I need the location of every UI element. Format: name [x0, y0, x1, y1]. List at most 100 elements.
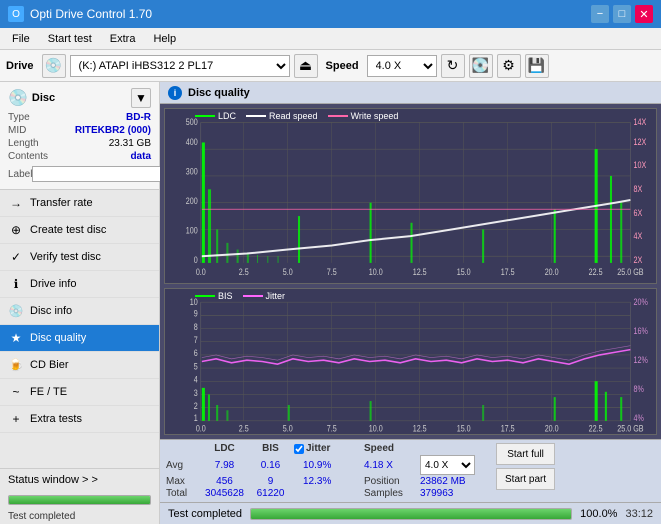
eject-button[interactable]: ⏏ — [294, 54, 318, 78]
transfer-rate-icon: → — [8, 195, 24, 211]
speed-select[interactable]: 4.0 X — [367, 55, 437, 77]
status-window-button[interactable]: Status window > > — [0, 468, 159, 491]
menu-file[interactable]: File — [4, 31, 38, 47]
svg-text:22.5: 22.5 — [589, 266, 603, 277]
svg-text:22.5: 22.5 — [589, 424, 603, 434]
speed-label: Speed — [326, 60, 359, 72]
drive-label: Drive — [6, 60, 34, 72]
save-button[interactable]: 💾 — [525, 54, 549, 78]
svg-text:4%: 4% — [633, 413, 644, 423]
svg-text:7.5: 7.5 — [327, 266, 337, 277]
svg-text:17.5: 17.5 — [501, 424, 515, 434]
jitter-label: Jitter — [306, 443, 330, 454]
refresh-button[interactable]: ↻ — [441, 54, 465, 78]
close-button[interactable]: ✕ — [635, 5, 653, 23]
stats-avg-ldc: 7.98 — [202, 460, 247, 471]
bottom-progress-fill — [251, 509, 571, 519]
charts-container: LDC Read speed Write speed — [160, 104, 661, 439]
svg-text:25.0 GB: 25.0 GB — [617, 266, 644, 277]
sidebar-item-fe-te[interactable]: ~ FE / TE — [0, 379, 159, 406]
legend-write-color — [328, 115, 348, 117]
sidebar-item-extra-tests[interactable]: + Extra tests — [0, 406, 159, 433]
sidebar-item-disc-quality[interactable]: ★ Disc quality — [0, 325, 159, 352]
svg-text:20.0: 20.0 — [545, 424, 559, 434]
sidebar-spacer — [0, 433, 159, 468]
svg-text:15.0: 15.0 — [457, 424, 471, 434]
stats-speed-header: Speed — [364, 443, 419, 454]
fe-te-icon: ~ — [8, 384, 24, 400]
svg-text:200: 200 — [186, 195, 198, 206]
stats-max-jitter: 12.3% — [303, 476, 363, 487]
start-full-button[interactable]: Start full — [496, 443, 555, 465]
disc-contents-value: data — [130, 151, 151, 162]
start-part-button[interactable]: Start part — [496, 468, 555, 490]
disc-options-button[interactable]: ▼ — [131, 88, 151, 108]
drive-info-icon: ℹ — [8, 276, 24, 292]
legend-write-speed: Write speed — [328, 111, 399, 121]
bottom-chart-svg: 1 2 3 4 5 6 7 8 9 10 4% 8% 12% 16% 20% — [165, 289, 656, 434]
disc-type-label: Type — [8, 112, 30, 123]
window-controls[interactable]: − □ ✕ — [591, 5, 653, 23]
menu-extra[interactable]: Extra — [102, 31, 144, 47]
legend-read-label: Read speed — [269, 111, 318, 121]
bottom-status-text: Test completed — [168, 508, 242, 520]
stats-position-value: 23862 MB — [420, 476, 480, 487]
disc-length-label: Length — [8, 138, 39, 149]
sidebar-item-create-test-disc-label: Create test disc — [30, 224, 106, 236]
stats-speed-select[interactable]: 4.0 X — [420, 455, 475, 475]
sidebar-item-drive-info[interactable]: ℹ Drive info — [0, 271, 159, 298]
svg-text:12.5: 12.5 — [413, 266, 427, 277]
disc-button[interactable]: 💽 — [469, 54, 493, 78]
disc-icon: 💿 — [8, 88, 28, 108]
svg-text:10X: 10X — [633, 159, 646, 170]
stats-samples-label: Samples — [364, 488, 419, 499]
menu-start-test[interactable]: Start test — [40, 31, 100, 47]
sidebar-item-disc-info[interactable]: 💿 Disc info — [0, 298, 159, 325]
stats-position-label: Position — [364, 476, 419, 487]
svg-text:2: 2 — [194, 401, 198, 411]
svg-text:25.0 GB: 25.0 GB — [617, 424, 644, 434]
chart-info-icon: i — [168, 86, 182, 100]
menu-help[interactable]: Help — [145, 31, 184, 47]
sidebar-item-verify-test-disc-label: Verify test disc — [30, 251, 101, 263]
drive-icon-btn[interactable]: 💿 — [42, 54, 66, 78]
svg-text:16%: 16% — [633, 326, 648, 336]
sidebar-item-disc-quality-label: Disc quality — [30, 332, 86, 344]
disc-type-row: Type BD-R — [8, 112, 151, 123]
elapsed-time: 33:12 — [625, 508, 653, 520]
stats-ldc-header: LDC — [202, 443, 247, 454]
stats-table: LDC BIS Jitter Speed Avg 7.98 0.16 10.9%… — [166, 443, 480, 499]
drive-select[interactable]: (K:) ATAPI iHBS312 2 PL17 — [70, 55, 290, 77]
bottom-progress-bar — [250, 508, 572, 520]
svg-text:9: 9 — [194, 309, 198, 319]
sidebar-progress-area — [0, 491, 159, 509]
disc-label-input[interactable] — [32, 166, 170, 182]
svg-text:17.5: 17.5 — [501, 266, 515, 277]
minimize-button[interactable]: − — [591, 5, 609, 23]
svg-text:4: 4 — [194, 375, 198, 385]
svg-text:8X: 8X — [633, 183, 642, 194]
svg-text:20%: 20% — [633, 297, 648, 307]
disc-contents-row: Contents data — [8, 151, 151, 162]
status-text: Test completed — [8, 511, 75, 522]
menubar: File Start test Extra Help — [0, 28, 661, 50]
sidebar: 💿 Disc ▼ Type BD-R MID RITEKBR2 (000) Le… — [0, 82, 160, 524]
svg-text:15.0: 15.0 — [457, 266, 471, 277]
svg-text:20.0: 20.0 — [545, 266, 559, 277]
disc-panel: 💿 Disc ▼ Type BD-R MID RITEKBR2 (000) Le… — [0, 82, 159, 190]
maximize-button[interactable]: □ — [613, 5, 631, 23]
jitter-checkbox[interactable] — [294, 444, 304, 454]
sidebar-item-create-test-disc[interactable]: ⊕ Create test disc — [0, 217, 159, 244]
sidebar-item-verify-test-disc[interactable]: ✓ Verify test disc — [0, 244, 159, 271]
sidebar-item-cd-bier[interactable]: 🍺 CD Bier — [0, 352, 159, 379]
disc-label-row: Label ⚙ — [8, 165, 151, 183]
svg-text:8: 8 — [194, 322, 198, 332]
disc-quality-icon: ★ — [8, 330, 24, 346]
legend-jitter-color — [243, 295, 263, 297]
sidebar-item-transfer-rate[interactable]: → Transfer rate — [0, 190, 159, 217]
legend-read-color — [246, 115, 266, 117]
titlebar-left: O Opti Drive Control 1.70 — [8, 6, 152, 22]
settings-button[interactable]: ⚙ — [497, 54, 521, 78]
stats-avg-label: Avg — [166, 460, 201, 471]
svg-text:12.5: 12.5 — [413, 424, 427, 434]
